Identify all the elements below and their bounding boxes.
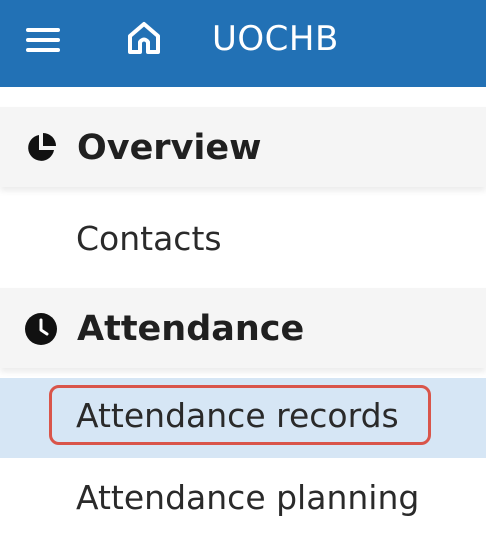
nav-item-attendance-records[interactable]: Attendance records xyxy=(0,378,486,458)
nav-item-contacts[interactable]: Contacts xyxy=(0,199,486,279)
top-bar: UOCHB xyxy=(0,0,486,87)
home-icon[interactable] xyxy=(124,18,164,58)
app-window: UOCHB Overview Contacts Attendance Atten… xyxy=(0,0,486,535)
section-label-attendance: Attendance xyxy=(77,309,305,349)
nav-item-label: Contacts xyxy=(76,219,222,258)
nav-item-label: Attendance records xyxy=(76,396,399,435)
hamburger-menu-icon[interactable] xyxy=(26,28,60,52)
section-header-attendance[interactable]: Attendance xyxy=(0,288,486,368)
section-header-overview[interactable]: Overview xyxy=(0,107,486,187)
pie-chart-icon xyxy=(28,133,56,161)
clock-icon xyxy=(25,313,57,345)
nav-item-attendance-planning[interactable]: Attendance planning xyxy=(0,458,486,535)
section-label-overview: Overview xyxy=(77,128,262,168)
app-title: UOCHB xyxy=(212,19,339,59)
nav-item-label: Attendance planning xyxy=(76,478,420,517)
